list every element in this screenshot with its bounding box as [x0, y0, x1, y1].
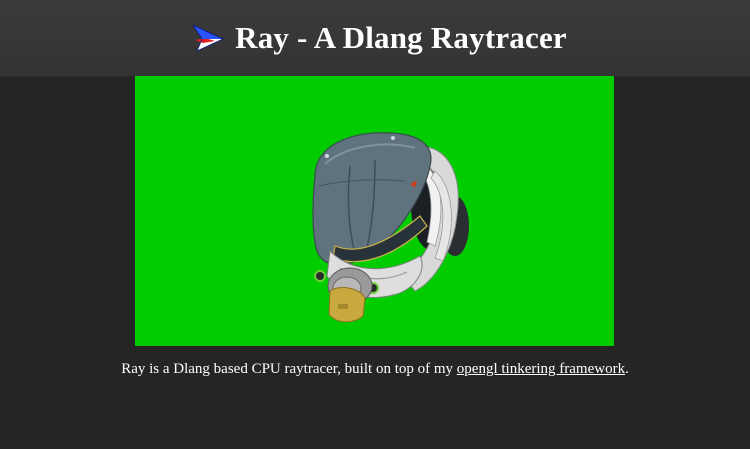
- page-title: Ray - A Dlang Raytracer: [235, 20, 567, 55]
- raytraced-render-image: [135, 76, 614, 346]
- helmet-render: [312, 132, 469, 323]
- caption-text: Ray is a Dlang based CPU raytracer, buil…: [121, 361, 457, 377]
- page-header: Ray - A Dlang Raytracer: [0, 0, 750, 77]
- header-inner: Ray - A Dlang Raytracer: [191, 20, 567, 56]
- description-caption: Ray is a Dlang based CPU raytracer, buil…: [0, 361, 750, 378]
- paper-plane-icon: [192, 24, 225, 52]
- caption-end: .: [625, 361, 629, 377]
- framework-link[interactable]: opengl tinkering framework: [457, 361, 625, 377]
